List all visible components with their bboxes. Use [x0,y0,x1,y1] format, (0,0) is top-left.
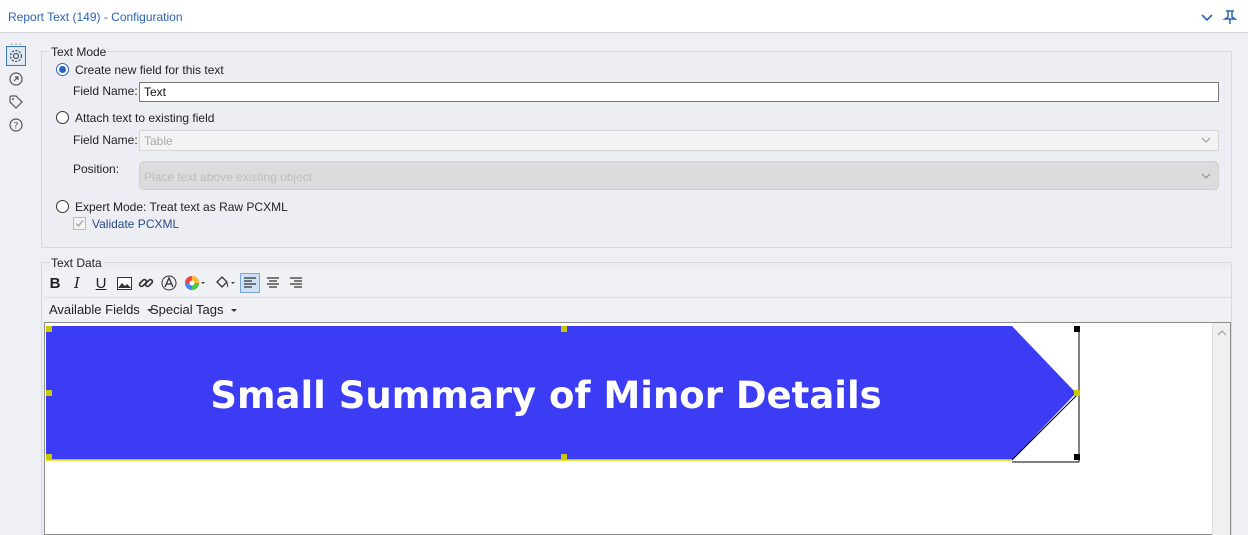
color-picker-icon[interactable] [182,273,208,293]
expert-mode-label[interactable]: Expert Mode: Treat text as Raw PCXML [75,200,288,214]
format-toolbar: B I U [44,270,1231,296]
link-icon[interactable] [136,273,156,293]
text-data-legend: Text Data [50,256,103,270]
image-icon[interactable] [114,273,134,293]
underline-button[interactable]: U [91,273,111,293]
attach-field-select[interactable]: Table [139,130,1219,151]
chevron-down-icon[interactable] [1199,9,1215,25]
banner-image[interactable]: Small Summary of Minor Details [46,324,1086,466]
connection-icon[interactable] [6,69,26,89]
pin-icon[interactable] [1222,9,1238,25]
validate-pcxml-label: Validate PCXML [92,217,180,231]
text-editor[interactable]: Small Summary of Minor Details [44,322,1231,535]
tag-icon[interactable] [6,92,26,112]
chevron-down-icon [1200,170,1212,185]
align-right-button[interactable] [286,273,306,293]
help-icon[interactable]: ? [6,115,26,135]
validate-pcxml-checkbox[interactable] [73,217,86,230]
gear-icon[interactable] [6,46,26,66]
font-icon[interactable] [159,273,179,293]
banner-text: Small Summary of Minor Details [210,374,881,417]
bold-glyph: B [49,274,61,292]
position-label: Position: [73,162,120,176]
italic-button[interactable]: I [67,273,87,293]
bold-button[interactable]: B [45,273,65,293]
title-bar: Report Text (149) - Configuration [0,0,1248,33]
attach-field-name-label: Field Name: [73,133,138,147]
editor-scrollbar[interactable] [1212,323,1230,535]
svg-text:?: ? [14,122,19,132]
available-fields-menu[interactable]: Available Fields [49,302,154,317]
attach-field-value: Table [144,134,173,148]
fill-color-icon[interactable] [212,273,238,293]
create-new-field-radio[interactable] [56,63,69,76]
position-select[interactable]: Place text above existing object [139,161,1219,190]
text-mode-legend: Text Mode [50,45,108,59]
italic-glyph: I [74,274,80,292]
field-name-input[interactable] [139,82,1219,102]
tags-toolbar: Available Fields Special Tags [44,297,1231,321]
align-left-button[interactable] [240,273,260,293]
create-new-field-label[interactable]: Create new field for this text [75,63,224,77]
field-name-label: Field Name: [73,84,138,98]
attach-existing-label[interactable]: Attach text to existing field [75,111,214,125]
available-fields-label: Available Fields [49,302,140,317]
chevron-down-icon [1200,134,1212,149]
align-center-button[interactable] [263,273,283,293]
attach-existing-radio[interactable] [56,111,69,124]
underline-glyph: U [95,274,107,292]
expert-mode-radio[interactable] [56,200,69,213]
special-tags-label: Special Tags [150,302,224,317]
special-tags-menu[interactable]: Special Tags [150,302,238,317]
position-value: Place text above existing object [144,170,313,184]
window-title: Report Text (149) - Configuration [8,10,183,24]
config-sidebar: ... ? [0,34,34,535]
